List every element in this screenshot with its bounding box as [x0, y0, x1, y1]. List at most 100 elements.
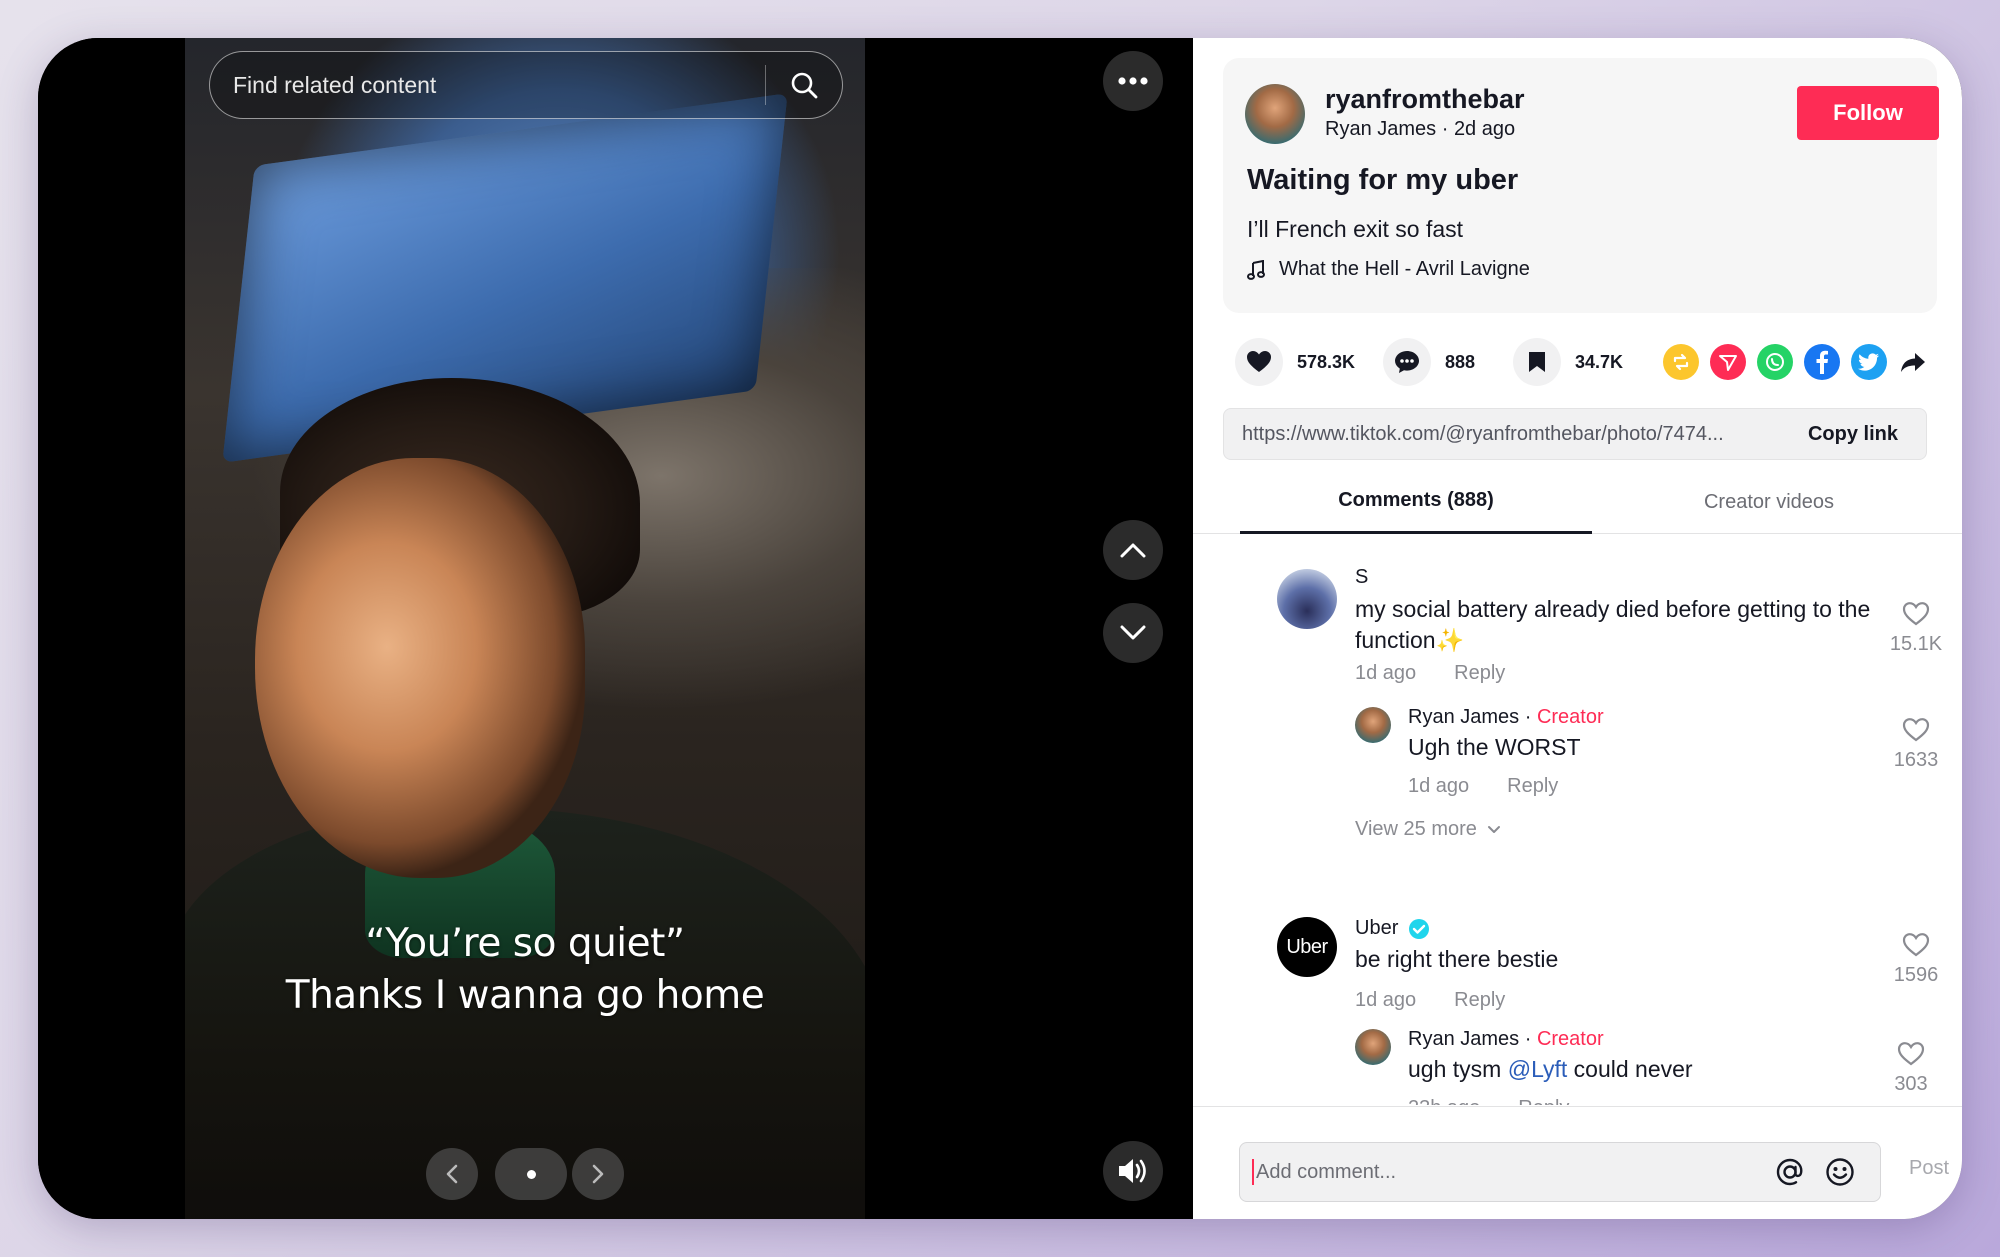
- search-icon: [791, 72, 818, 99]
- reply-username[interactable]: Ryan James: [1408, 706, 1519, 728]
- next-video-button[interactable]: [1103, 603, 1163, 663]
- comment-stat[interactable]: 888: [1383, 338, 1475, 386]
- author-avatar[interactable]: [1245, 84, 1305, 144]
- comment-input[interactable]: Add comment...: [1239, 1142, 1881, 1202]
- facebook-f-icon: [1816, 350, 1828, 374]
- reply-button[interactable]: Reply: [1454, 989, 1505, 1012]
- reply-meta: 1d ago Reply: [1408, 775, 1558, 798]
- reply-author: Ryan James · Creator: [1408, 1028, 1604, 1051]
- view-more-replies[interactable]: View 25 more: [1355, 818, 1501, 841]
- reply-time: 23h ago: [1408, 1097, 1480, 1105]
- comment-like-count: 15.1K: [1889, 633, 1943, 655]
- reply-like[interactable]: 1633: [1886, 717, 1946, 772]
- comment-list: S my social battery already died before …: [1193, 535, 1962, 1105]
- chevron-right-icon: [592, 1164, 604, 1184]
- like-stat[interactable]: 578.3K: [1235, 338, 1355, 386]
- save-button[interactable]: [1513, 338, 1561, 386]
- share-arrow-icon[interactable]: [1895, 344, 1931, 380]
- comment-text: be right there bestie: [1355, 946, 1559, 972]
- post-info-card: ryanfromthebar Ryan James · 2d ago Follo…: [1223, 58, 1939, 313]
- volume-button[interactable]: [1103, 1141, 1163, 1201]
- heart-icon: [1247, 351, 1271, 372]
- caption-line-2: Thanks I wanna go home: [285, 973, 765, 1018]
- comment-username[interactable]: Uber: [1355, 917, 1398, 940]
- reply-author: Ryan James · Creator: [1408, 706, 1604, 729]
- speaker-icon: [1119, 1159, 1146, 1183]
- reply-button[interactable]: Reply: [1507, 775, 1558, 798]
- heart-outline-icon: [1902, 602, 1930, 626]
- repost-icon[interactable]: [1663, 344, 1699, 380]
- send-icon[interactable]: [1710, 344, 1746, 380]
- reply-text-end: could never: [1567, 1056, 1693, 1082]
- video-stage: “You’re so quiet” Thanks I wanna go home…: [38, 38, 1193, 1219]
- comment-bubble-icon: [1395, 351, 1419, 373]
- reply-avatar[interactable]: [1355, 707, 1391, 743]
- comment-button[interactable]: [1383, 338, 1431, 386]
- mention-link[interactable]: @Lyft: [1508, 1056, 1568, 1082]
- comment-like[interactable]: 1596: [1886, 932, 1946, 987]
- like-button[interactable]: [1235, 338, 1283, 386]
- uber-avatar[interactable]: Uber: [1277, 917, 1337, 977]
- author-display-name: Ryan James: [1325, 118, 1437, 140]
- music-note-icon: [1247, 259, 1265, 280]
- comment-composer: Add comment... Post: [1193, 1106, 1962, 1219]
- comment-text: my social battery already died before ge…: [1355, 594, 1870, 656]
- save-stat[interactable]: 34.7K: [1513, 338, 1623, 386]
- photo-carousel-controls: [426, 1148, 706, 1208]
- tab-comments[interactable]: Comments (888): [1240, 470, 1592, 534]
- comment-username[interactable]: S: [1355, 566, 1368, 589]
- chevron-up-icon: [1120, 543, 1146, 558]
- reply-like[interactable]: 303: [1881, 1041, 1941, 1096]
- reply-like-count: 303: [1894, 1073, 1928, 1095]
- post-comment-button[interactable]: Post: [1909, 1157, 1949, 1180]
- engagement-bar: 578.3K 888 34.7K: [1223, 338, 1937, 398]
- caption-line-1: “You’re so quiet”: [365, 921, 685, 966]
- reply-button[interactable]: Reply: [1454, 662, 1505, 685]
- more-dots-icon: [1118, 77, 1148, 85]
- separator-dot: ·: [1519, 706, 1537, 728]
- previous-video-button[interactable]: [1103, 520, 1163, 580]
- share-url[interactable]: https://www.tiktok.com/@ryanfromthebar/p…: [1224, 423, 1788, 446]
- tab-creator-videos[interactable]: Creator videos: [1593, 470, 1945, 534]
- twitter-icon[interactable]: [1851, 344, 1887, 380]
- sparkles-icon: ✨: [1435, 627, 1465, 653]
- comment-time: 1d ago: [1355, 989, 1417, 1011]
- reply-button[interactable]: Reply: [1518, 1097, 1569, 1105]
- whatsapp-icon[interactable]: [1757, 344, 1793, 380]
- comment-author: Uber: [1355, 917, 1430, 940]
- related-search-input[interactable]: Find related content: [210, 52, 765, 118]
- post-photo[interactable]: [185, 38, 865, 1219]
- heart-outline-icon: [1902, 718, 1930, 742]
- creator-badge: Creator: [1536, 1028, 1604, 1050]
- music-link[interactable]: What the Hell - Avril Lavigne: [1247, 258, 1530, 281]
- comment-meta: 1d ago Reply: [1355, 662, 1505, 685]
- paper-plane-icon: [1719, 355, 1737, 371]
- carousel-next-button[interactable]: [572, 1148, 624, 1200]
- reply-text: ugh tysm @Lyft could never: [1408, 1054, 1693, 1085]
- search-button[interactable]: [766, 52, 842, 118]
- author-subline: Ryan James · 2d ago: [1325, 118, 1515, 141]
- more-options-button[interactable]: [1103, 51, 1163, 111]
- reply-username[interactable]: Ryan James: [1408, 1028, 1519, 1050]
- follow-button[interactable]: Follow: [1797, 86, 1939, 140]
- mention-at-icon[interactable]: [1774, 1156, 1806, 1188]
- author-username[interactable]: ryanfromthebar: [1325, 84, 1525, 115]
- carousel-dot: [526, 1169, 536, 1179]
- comment-meta: 1d ago Reply: [1355, 989, 1505, 1012]
- comment-avatar[interactable]: [1277, 569, 1337, 629]
- whatsapp-phone-icon: [1766, 353, 1784, 371]
- repost-arrows-icon: [1673, 353, 1689, 371]
- chevron-left-icon: [446, 1164, 458, 1184]
- emoji-icon[interactable]: [1824, 1156, 1856, 1188]
- bookmark-icon: [1529, 352, 1545, 372]
- separator-dot: ·: [1441, 118, 1454, 140]
- facebook-icon[interactable]: [1804, 344, 1840, 380]
- comment-like-count: 1596: [1893, 964, 1939, 986]
- reply-avatar[interactable]: [1355, 1029, 1391, 1065]
- carousel-prev-button[interactable]: [426, 1148, 478, 1200]
- comment-like[interactable]: 15.1K: [1886, 601, 1946, 656]
- copy-link-button[interactable]: Copy link: [1788, 423, 1926, 446]
- comment-count: 888: [1445, 351, 1476, 372]
- chevron-down-icon: [1487, 825, 1500, 833]
- uber-logo-text: Uber: [1286, 935, 1328, 958]
